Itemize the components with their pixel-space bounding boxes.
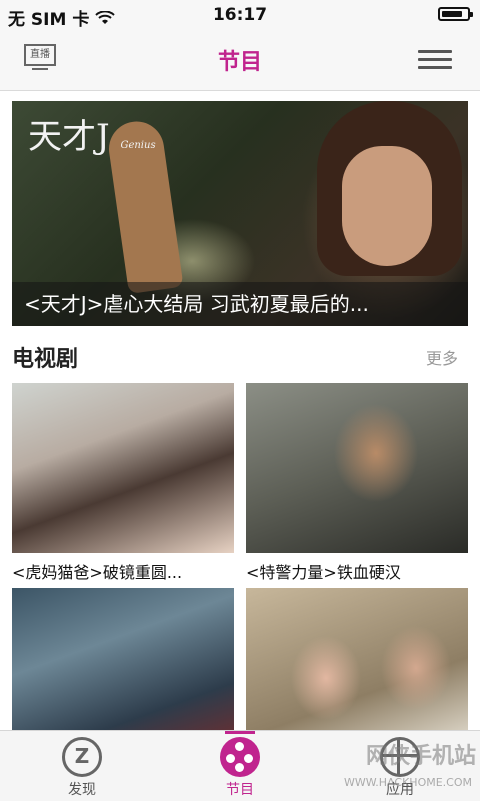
programs-icon	[220, 737, 260, 777]
hero-banner[interactable]: 天才J Genius <天才J>虐心大结局 习武初夏最后的...	[12, 101, 468, 326]
menu-icon-line	[418, 66, 452, 69]
watermark-url: WWW.HACKHOME.COM	[343, 776, 472, 789]
hero-image-face	[342, 146, 432, 266]
battery-icon	[438, 7, 473, 21]
menu-icon	[418, 50, 452, 53]
status-bar: 无 SIM 卡 16:17	[0, 0, 480, 30]
hero-logo-sub: Genius	[120, 140, 156, 151]
program-card[interactable]: <特警力量>铁血硬汉	[246, 383, 468, 583]
hero-caption: <天才J>虐心大结局 习武初夏最后的...	[12, 282, 468, 326]
section-title: 电视剧	[12, 347, 79, 372]
page-title: 节目	[217, 50, 262, 75]
program-thumbnail	[246, 383, 468, 553]
hero-logo: 天才J Genius	[28, 109, 156, 158]
more-link[interactable]: 更多	[426, 345, 458, 369]
program-title: <特警力量>铁血硬汉	[246, 563, 401, 582]
nav-bar: 直播 节目	[0, 30, 480, 91]
hero-logo-text: 天才J	[28, 117, 110, 157]
watermark-text: 网侠手机站	[365, 744, 476, 769]
menu-icon-line	[418, 58, 452, 61]
status-time: 16:17	[212, 5, 268, 25]
tab-programs[interactable]: 节目	[180, 731, 300, 801]
tab-label: 节目	[226, 782, 254, 798]
tab-label: 发现	[68, 782, 96, 798]
menu-button[interactable]	[418, 50, 452, 70]
program-thumbnail	[12, 383, 234, 553]
program-card[interactable]: <虎妈猫爸>破镜重圆...	[12, 383, 234, 583]
program-title: <虎妈猫爸>破镜重圆...	[12, 563, 183, 582]
battery-level	[442, 11, 462, 17]
discover-icon	[62, 737, 102, 777]
tab-discover[interactable]: 发现	[22, 731, 142, 801]
